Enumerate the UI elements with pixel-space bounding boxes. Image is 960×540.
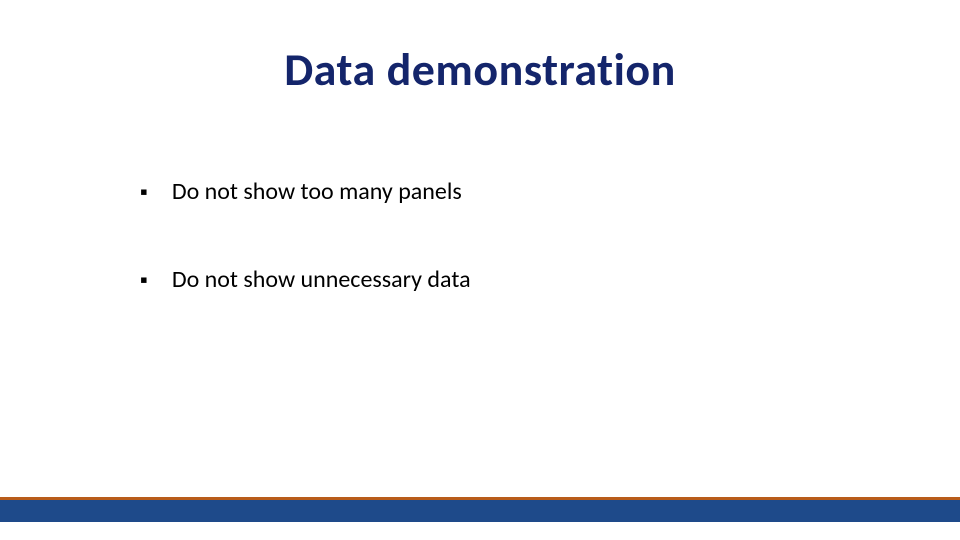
slide-content: ▪ Do not show too many panels ▪ Do not s… (140, 176, 840, 352)
slide-title: Data demonstration (0, 42, 960, 98)
bullet-text: Do not show too many panels (172, 176, 462, 208)
bullet-text: Do not show unnecessary data (172, 264, 471, 296)
list-item: ▪ Do not show unnecessary data (140, 264, 840, 296)
list-item: ▪ Do not show too many panels (140, 176, 840, 208)
bullet-icon: ▪ (140, 264, 148, 296)
slide: Data demonstration ▪ Do not show too man… (0, 0, 960, 540)
bullet-icon: ▪ (140, 176, 148, 208)
footer-bar (0, 500, 960, 522)
